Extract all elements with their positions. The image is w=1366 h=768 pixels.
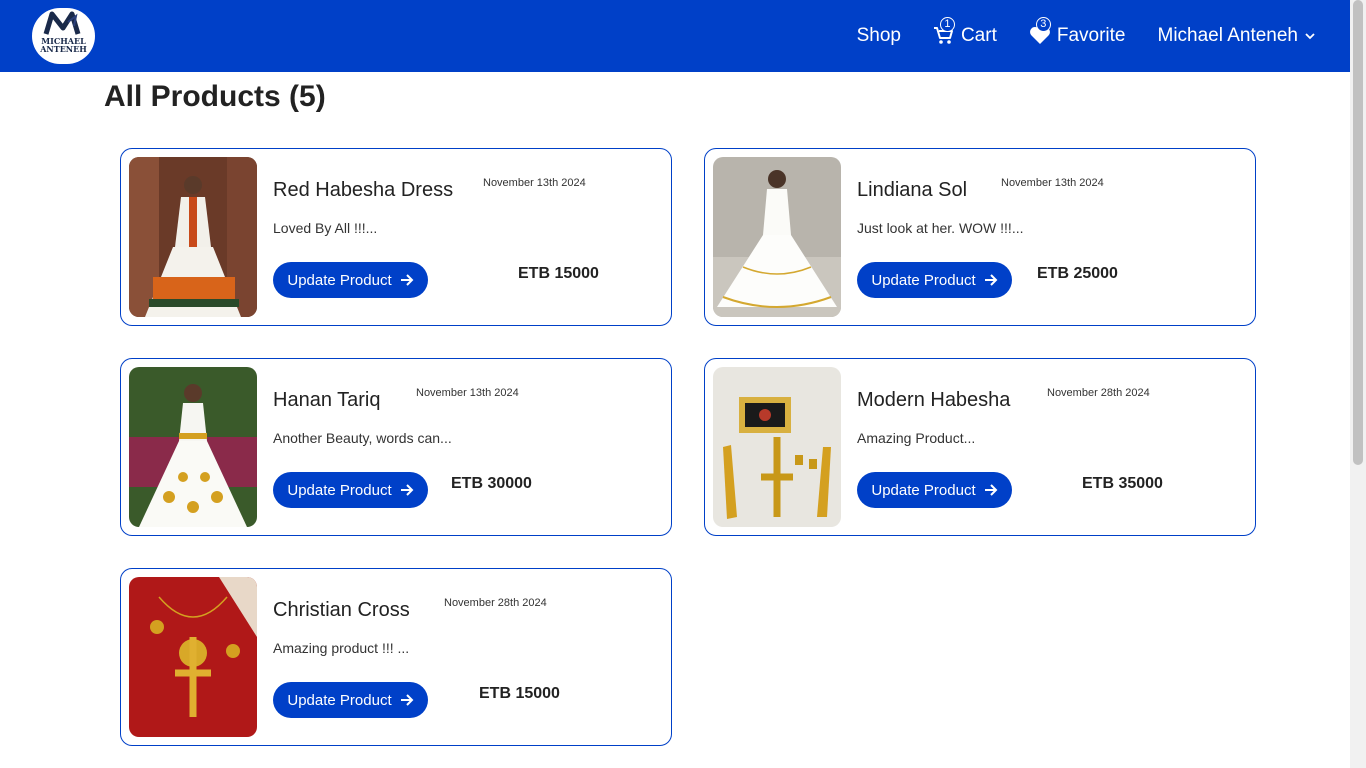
- arrow-right-icon: [984, 274, 998, 286]
- favorite-count-badge: 3: [1035, 17, 1051, 32]
- product-date: November 13th 2024: [483, 177, 586, 189]
- product-description: Amazing product !!! ...: [273, 640, 410, 656]
- product-card: Lindiana Sol November 13th 2024 Just loo…: [704, 148, 1256, 326]
- navbar: MICHAEL ANTENEH Shop 1 Cart 3 Favorite M…: [0, 0, 1350, 72]
- product-description: Just look at her. WOW !!!...: [857, 220, 1024, 236]
- update-product-label: Update Product: [287, 691, 392, 709]
- chevron-down-icon: [1305, 33, 1315, 40]
- product-date: November 13th 2024: [1001, 177, 1104, 189]
- update-product-button[interactable]: Update Product: [273, 472, 428, 508]
- arrow-right-icon: [984, 484, 998, 496]
- arrow-right-icon: [400, 274, 414, 286]
- page-scrollbar[interactable]: [1350, 0, 1366, 768]
- product-price: ETB 25000: [1037, 265, 1118, 282]
- product-card: Christian Cross November 28th 2024 Amazi…: [120, 568, 672, 746]
- heart-icon: 3: [1029, 17, 1053, 47]
- arrow-right-icon: [400, 484, 414, 496]
- update-product-button[interactable]: Update Product: [857, 472, 1012, 508]
- update-product-button[interactable]: Update Product: [857, 262, 1012, 298]
- product-name: Lindiana Sol: [857, 179, 968, 201]
- product-image: [713, 367, 841, 527]
- nav-cart-label: Cart: [960, 25, 997, 46]
- nav-shop-label: Shop: [856, 25, 901, 46]
- product-description: Amazing Product...: [857, 430, 976, 446]
- product-date: November 28th 2024: [1047, 387, 1150, 399]
- page-title: All Products (5): [104, 80, 326, 113]
- product-image: [129, 577, 257, 737]
- nav-favorite-link[interactable]: 3 Favorite: [1029, 17, 1126, 47]
- product-image: [129, 157, 257, 317]
- product-image: [129, 367, 257, 527]
- scrollbar-thumb[interactable]: [1353, 0, 1363, 465]
- brand-logo[interactable]: MICHAEL ANTENEH: [32, 8, 95, 64]
- product-card: Modern Habesha November 28th 2024 Amazin…: [704, 358, 1256, 536]
- cart-icon: 1: [933, 17, 957, 47]
- product-price: ETB 15000: [479, 685, 560, 702]
- product-name: Christian Cross: [273, 599, 410, 621]
- product-price: ETB 15000: [518, 265, 599, 282]
- user-menu-dropdown[interactable]: Michael Anteneh: [1158, 25, 1317, 47]
- nav-cart-link[interactable]: 1 Cart: [933, 17, 997, 47]
- arrow-right-icon: [400, 694, 414, 706]
- update-product-label: Update Product: [287, 271, 392, 289]
- update-product-label: Update Product: [871, 271, 976, 289]
- logo-text: MICHAEL ANTENEH: [40, 36, 87, 54]
- cart-count-badge: 1: [939, 17, 955, 32]
- product-price: ETB 30000: [451, 475, 532, 492]
- product-name: Modern Habesha: [857, 389, 1011, 411]
- product-description: Another Beauty, words can...: [273, 430, 452, 446]
- product-description: Loved By All !!!...: [273, 220, 378, 236]
- product-price: ETB 35000: [1082, 475, 1163, 492]
- product-card: Red Habesha Dress November 13th 2024 Lov…: [120, 148, 672, 326]
- update-product-label: Update Product: [871, 481, 976, 499]
- user-name: Michael Anteneh: [1157, 25, 1299, 46]
- product-date: November 28th 2024: [444, 597, 547, 609]
- update-product-button[interactable]: Update Product: [273, 262, 428, 298]
- product-image: [713, 157, 841, 317]
- logo-mark-icon: [43, 11, 81, 35]
- nav-favorite-label: Favorite: [1056, 25, 1126, 46]
- nav-menu: Shop 1 Cart 3 Favorite Michael Anteneh: [825, 0, 1316, 72]
- product-name: Red Habesha Dress: [273, 179, 454, 201]
- update-product-button[interactable]: Update Product: [273, 682, 428, 718]
- product-date: November 13th 2024: [416, 387, 519, 399]
- update-product-label: Update Product: [287, 481, 392, 499]
- product-card: Hanan Tariq November 13th 2024 Another B…: [120, 358, 672, 536]
- product-name: Hanan Tariq: [273, 389, 381, 411]
- nav-shop-link[interactable]: Shop: [857, 25, 901, 47]
